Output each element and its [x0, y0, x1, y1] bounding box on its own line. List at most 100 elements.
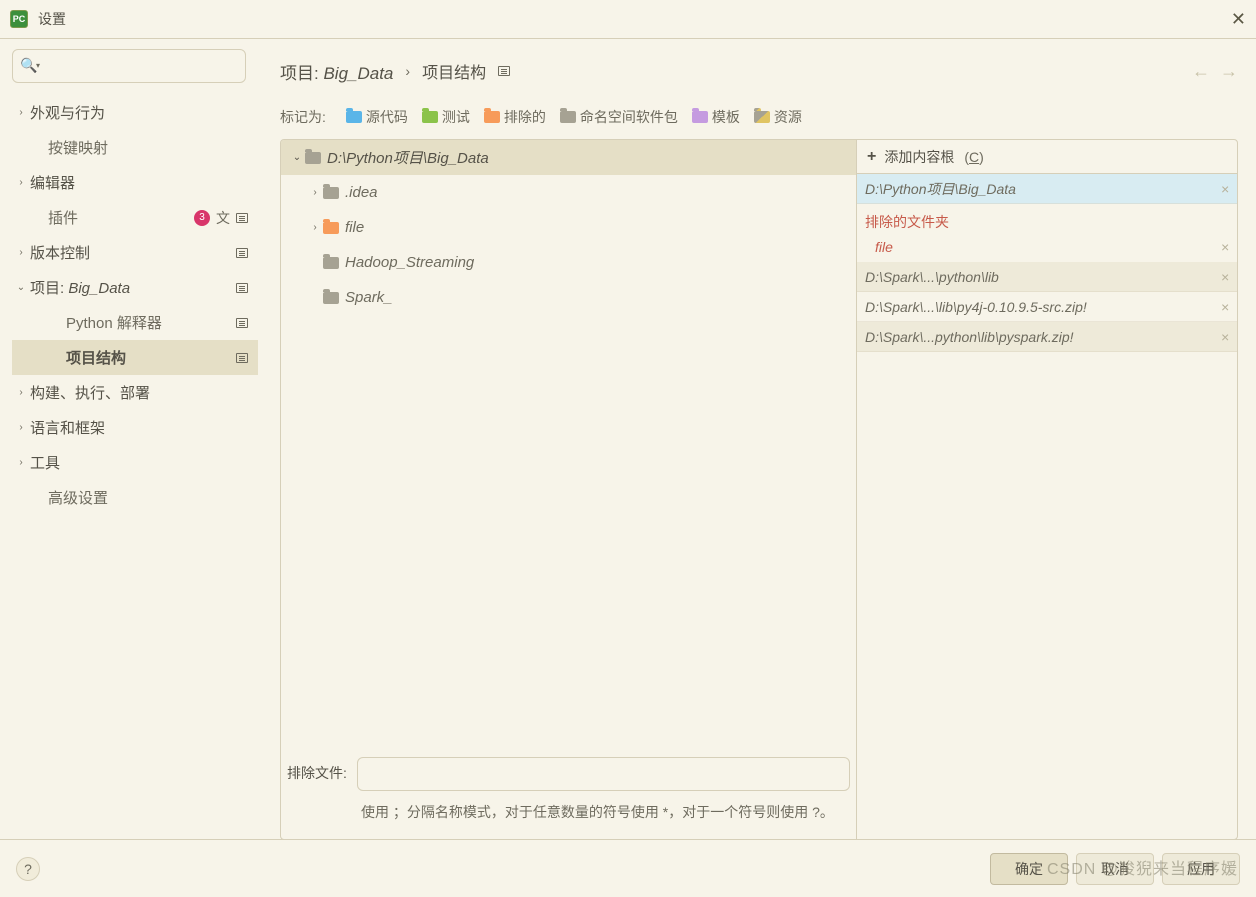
- content-roots-panel: + 添加内容根 (C) D:\Python项目\Big_Data×排除的文件夹f…: [857, 140, 1237, 839]
- apply-button[interactable]: 应用: [1162, 853, 1240, 885]
- sidebar-item-label: 项目: Big_Data: [30, 277, 236, 298]
- content-root-item[interactable]: file×: [857, 232, 1237, 262]
- sidebar-item[interactable]: ›版本控制: [12, 235, 258, 270]
- sidebar-item[interactable]: ›语言和框架: [12, 410, 258, 445]
- nav-forward-icon[interactable]: →: [1220, 61, 1238, 82]
- sidebar-item[interactable]: 插件3文: [12, 200, 258, 235]
- mark-chip[interactable]: 资源: [754, 107, 802, 127]
- mark-chip[interactable]: 命名空间软件包: [560, 107, 678, 127]
- sidebar-item[interactable]: ›构建、执行、部署: [12, 375, 258, 410]
- remove-root-icon[interactable]: ×: [1221, 269, 1229, 285]
- badges: [236, 248, 248, 258]
- mark-chip-label: 资源: [774, 107, 802, 127]
- chevron-right-icon: ›: [12, 422, 30, 433]
- main: 🔍 ▾ ›外观与行为按键映射›编辑器插件3文›版本控制⌄项目: Big_Data…: [0, 39, 1256, 840]
- remove-root-icon[interactable]: ×: [1221, 239, 1229, 255]
- exclude-files-input[interactable]: [357, 757, 850, 791]
- folder-row[interactable]: Spark_: [281, 280, 856, 315]
- content-root-item[interactable]: D:\Python项目\Big_Data×: [857, 174, 1237, 204]
- sidebar-item-label: 项目结构: [66, 347, 236, 368]
- badges: 3文: [194, 208, 248, 228]
- folder-icon: [484, 111, 500, 123]
- mark-chip[interactable]: 测试: [422, 107, 470, 127]
- content-roots-list: D:\Python项目\Big_Data×排除的文件夹file×D:\Spark…: [857, 174, 1237, 352]
- sidebar-item[interactable]: ›外观与行为: [12, 95, 258, 130]
- chevron-right-icon: ›: [12, 387, 30, 398]
- remove-root-icon[interactable]: ×: [1221, 181, 1229, 197]
- help-button[interactable]: ?: [16, 857, 40, 881]
- roots-category-label: 排除的文件夹: [857, 204, 1237, 232]
- sidebar-item[interactable]: ›编辑器: [12, 165, 258, 200]
- chevron-down-icon: ⌄: [12, 282, 30, 293]
- search-dropdown-icon[interactable]: ▾: [36, 61, 40, 70]
- add-content-root-hotkey: (C): [964, 149, 983, 165]
- sidebar-item-label: 插件: [48, 207, 194, 228]
- folder-icon: [346, 111, 362, 123]
- close-icon[interactable]: ✕: [1231, 9, 1246, 30]
- content-root-item[interactable]: D:\Spark\...\lib\py4j-0.10.9.5-src.zip!×: [857, 292, 1237, 322]
- folder-icon: [323, 292, 339, 304]
- folder-row[interactable]: Hadoop_Streaming: [281, 245, 856, 280]
- modified-icon: [236, 283, 248, 293]
- nav-back-icon[interactable]: ←: [1192, 61, 1210, 82]
- chevron-right-icon: ›: [12, 247, 30, 258]
- mark-chip-label: 模板: [712, 107, 740, 127]
- structure-body: ⌄D:\Python项目\Big_Data›.idea›fileHadoop_S…: [280, 139, 1238, 840]
- sidebar-item[interactable]: 按键映射: [12, 130, 258, 165]
- remove-root-icon[interactable]: ×: [1221, 329, 1229, 345]
- search-input[interactable]: [12, 49, 246, 83]
- sidebar-item[interactable]: 高级设置: [12, 480, 258, 515]
- folder-row[interactable]: ›file: [281, 210, 856, 245]
- plus-icon: +: [867, 148, 876, 166]
- sidebar-item[interactable]: ›工具: [12, 445, 258, 480]
- ok-button[interactable]: 确定: [990, 853, 1068, 885]
- folder-label: file: [345, 219, 364, 236]
- sidebar-item-label: 版本控制: [30, 242, 236, 263]
- window-title: 设置: [38, 9, 66, 29]
- sidebar-item[interactable]: 项目结构: [12, 340, 258, 375]
- folder-tree: ⌄D:\Python项目\Big_Data›.idea›fileHadoop_S…: [281, 140, 856, 743]
- sidebar-item[interactable]: Python 解释器: [12, 305, 258, 340]
- breadcrumb-part2: 项目结构: [422, 59, 486, 83]
- content-root-label: D:\Spark\...python\lib\pyspark.zip!: [865, 329, 1221, 345]
- sidebar-item-label: 按键映射: [48, 137, 248, 158]
- app-icon: PC: [10, 10, 28, 28]
- badges: [236, 318, 248, 328]
- sidebar-item-label: 工具: [30, 452, 248, 473]
- search-icon: 🔍: [20, 57, 37, 74]
- folder-row[interactable]: ⌄D:\Python项目\Big_Data: [281, 140, 856, 175]
- mark-chip[interactable]: 排除的: [484, 107, 546, 127]
- mark-chip[interactable]: 源代码: [346, 107, 408, 127]
- modified-icon: [498, 66, 510, 76]
- sidebar-item-label: 语言和框架: [30, 417, 248, 438]
- sidebar-item[interactable]: ⌄项目: Big_Data: [12, 270, 258, 305]
- folder-tree-panel: ⌄D:\Python项目\Big_Data›.idea›fileHadoop_S…: [281, 140, 857, 839]
- modified-icon: [236, 353, 248, 363]
- add-content-root-button[interactable]: + 添加内容根 (C): [857, 140, 1237, 174]
- exclude-files-label: 排除文件:: [287, 757, 347, 783]
- mark-chip-label: 测试: [442, 107, 470, 127]
- breadcrumb: 项目: Big_Data › 项目结构 ← →: [280, 57, 1238, 85]
- folder-row[interactable]: ›.idea: [281, 175, 856, 210]
- sidebar-item-label: 构建、执行、部署: [30, 382, 248, 403]
- mark-chip-label: 排除的: [504, 107, 546, 127]
- footer: ? 确定 取消 应用: [0, 839, 1256, 897]
- search-wrap: 🔍 ▾: [12, 49, 246, 83]
- exclude-files-hint: 使用 ；分隔名称模式，对于任意数量的符号使用 *，对于一个符号则使用 ?。: [281, 793, 856, 839]
- cancel-button[interactable]: 取消: [1076, 853, 1154, 885]
- badges: [236, 283, 248, 293]
- mark-chip-label: 命名空间软件包: [580, 107, 678, 127]
- mark-chip[interactable]: 模板: [692, 107, 740, 127]
- mark-as-row: 标记为: 源代码 测试 排除的 命名空间软件包 模板 资源: [280, 103, 1238, 131]
- sidebar-item-label: 编辑器: [30, 172, 248, 193]
- content-root-item[interactable]: D:\Spark\...python\lib\pyspark.zip!×: [857, 322, 1237, 352]
- settings-tree: ›外观与行为按键映射›编辑器插件3文›版本控制⌄项目: Big_DataPyth…: [12, 95, 258, 840]
- chevron-right-icon: ›: [12, 177, 30, 188]
- remove-root-icon[interactable]: ×: [1221, 299, 1229, 315]
- content-root-item[interactable]: D:\Spark\...\python\lib×: [857, 262, 1237, 292]
- mark-as-label: 标记为:: [280, 107, 326, 127]
- breadcrumb-project: Big_Data: [323, 64, 393, 83]
- content-root-label: D:\Spark\...\python\lib: [865, 269, 1221, 285]
- breadcrumb-nav: ← →: [1192, 61, 1238, 82]
- chevron-right-icon: ›: [307, 187, 323, 198]
